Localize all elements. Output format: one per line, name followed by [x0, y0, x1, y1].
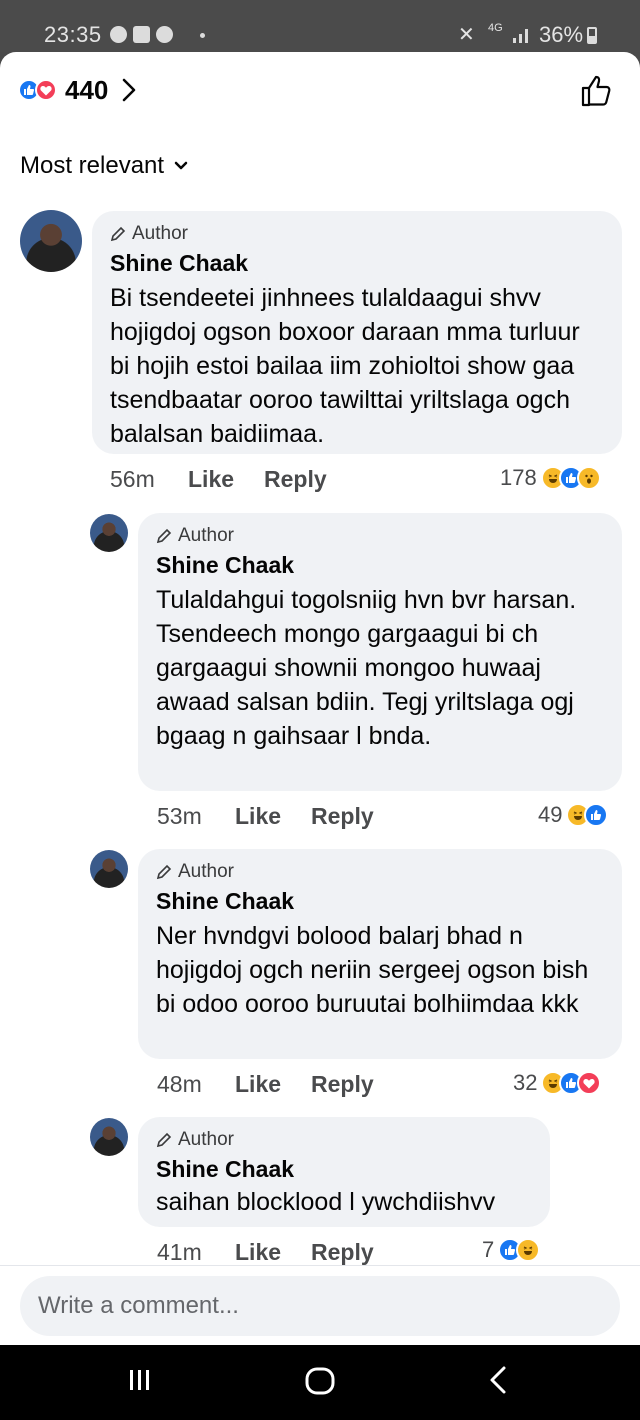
- comment-text: saihan blocklood l ywchdiishvv: [156, 1188, 496, 1216]
- pencil-icon: [156, 864, 172, 880]
- comment-actions: 41m Like Reply: [157, 1239, 374, 1266]
- comment-reaction-count: 178: [500, 465, 537, 490]
- comment-author-name[interactable]: Shine Chaak: [156, 887, 604, 915]
- reply-link[interactable]: Reply: [311, 803, 374, 830]
- comment-reactions[interactable]: 7: [482, 1237, 541, 1263]
- battery-icon: [587, 27, 597, 44]
- status-time: 23:35: [44, 22, 102, 47]
- comment-time[interactable]: 41m: [157, 1239, 235, 1266]
- chevron-right-icon[interactable]: [122, 78, 136, 102]
- comment-bubble[interactable]: Author Shine Chaak Ner hvndgvi bolood ba…: [138, 849, 622, 1059]
- like-link[interactable]: Like: [235, 1071, 311, 1098]
- like-icon: [584, 803, 609, 827]
- comment-reaction-count: 49: [538, 802, 563, 827]
- author-badge: Author: [110, 223, 604, 245]
- comments-sheet: 440 Most relevant Author Shine Chaak Bi …: [0, 52, 640, 1345]
- more-notifications-icon: [200, 33, 205, 38]
- composer-bar: Write a comment...: [0, 1265, 640, 1345]
- comment-text: Tulaldahgui togolsniig hvn bvr harsan. T…: [156, 586, 577, 750]
- author-badge-label: Author: [178, 1129, 234, 1150]
- mute-icon: ✕: [458, 24, 475, 46]
- home-icon[interactable]: [304, 1365, 336, 1397]
- comment-reaction-count: 7: [482, 1237, 495, 1262]
- avatar[interactable]: [90, 1118, 128, 1156]
- comment-reactions[interactable]: 32: [513, 1070, 602, 1096]
- comment-actions: 56m Like Reply: [110, 466, 327, 493]
- comment-time[interactable]: 48m: [157, 1071, 235, 1098]
- comment-bubble[interactable]: Author Shine Chaak Tulaldahgui togolsnii…: [138, 513, 622, 791]
- comment-text: Bi tsendeetei jinhnees tulaldaagui shvv …: [110, 284, 580, 448]
- chevron-down-icon: [174, 161, 188, 170]
- comment-bubble[interactable]: Author Shine Chaak saihan blocklood l yw…: [138, 1117, 550, 1227]
- comment-reactions[interactable]: 178: [500, 465, 601, 491]
- network-label: 4G: [488, 22, 503, 34]
- battery-percent: 36%: [539, 22, 584, 47]
- signal-icon: [513, 29, 528, 43]
- reaction-count: 440: [65, 74, 109, 105]
- avatar[interactable]: [90, 850, 128, 888]
- comment-time[interactable]: 56m: [110, 466, 188, 493]
- sort-dropdown[interactable]: Most relevant: [20, 152, 188, 180]
- avatar[interactable]: [90, 514, 128, 552]
- author-badge: Author: [156, 1129, 532, 1151]
- comment-author-name[interactable]: Shine Chaak: [156, 551, 604, 579]
- reply-link[interactable]: Reply: [311, 1071, 374, 1098]
- avatar[interactable]: [20, 210, 82, 272]
- wow-icon: [576, 466, 601, 490]
- status-bar: 23:35 ✕ 4G 36%: [0, 0, 640, 52]
- author-badge: Author: [156, 861, 604, 883]
- notification-icon: [133, 26, 150, 43]
- like-link[interactable]: Like: [235, 1239, 311, 1266]
- like-link[interactable]: Like: [235, 803, 311, 830]
- back-icon[interactable]: [488, 1365, 508, 1395]
- pencil-icon: [156, 1132, 172, 1148]
- comment-reaction-count: 32: [513, 1070, 538, 1095]
- love-icon: [35, 79, 57, 101]
- author-badge: Author: [156, 525, 604, 547]
- love-icon: [577, 1071, 602, 1095]
- pencil-icon: [156, 528, 172, 544]
- comment-time[interactable]: 53m: [157, 803, 235, 830]
- comment-text: Ner hvndgvi bolood balarj bhad n hojigdo…: [156, 922, 589, 1018]
- comment-reactions[interactable]: 49: [538, 802, 609, 828]
- author-badge-label: Author: [132, 223, 188, 244]
- system-nav-bar: [0, 1345, 640, 1420]
- comment-bubble[interactable]: Author Shine Chaak Bi tsendeetei jinhnee…: [92, 211, 622, 454]
- haha-icon: [516, 1238, 541, 1262]
- pencil-icon: [110, 226, 126, 242]
- sort-label: Most relevant: [20, 152, 165, 179]
- reactions-summary[interactable]: 440: [18, 74, 136, 106]
- messenger-icon: [156, 26, 173, 43]
- reply-link[interactable]: Reply: [311, 1239, 374, 1266]
- author-badge-label: Author: [178, 861, 234, 882]
- recents-icon[interactable]: [128, 1365, 152, 1395]
- messenger-icon: [110, 26, 127, 43]
- like-button-icon[interactable]: [580, 74, 614, 108]
- reply-link[interactable]: Reply: [264, 466, 327, 493]
- comment-input[interactable]: Write a comment...: [20, 1276, 620, 1336]
- comment-actions: 48m Like Reply: [157, 1071, 374, 1098]
- comment-author-name[interactable]: Shine Chaak: [110, 249, 604, 277]
- author-badge-label: Author: [178, 525, 234, 546]
- comment-actions: 53m Like Reply: [157, 803, 374, 830]
- like-link[interactable]: Like: [188, 466, 264, 493]
- comment-author-name[interactable]: Shine Chaak: [156, 1155, 532, 1183]
